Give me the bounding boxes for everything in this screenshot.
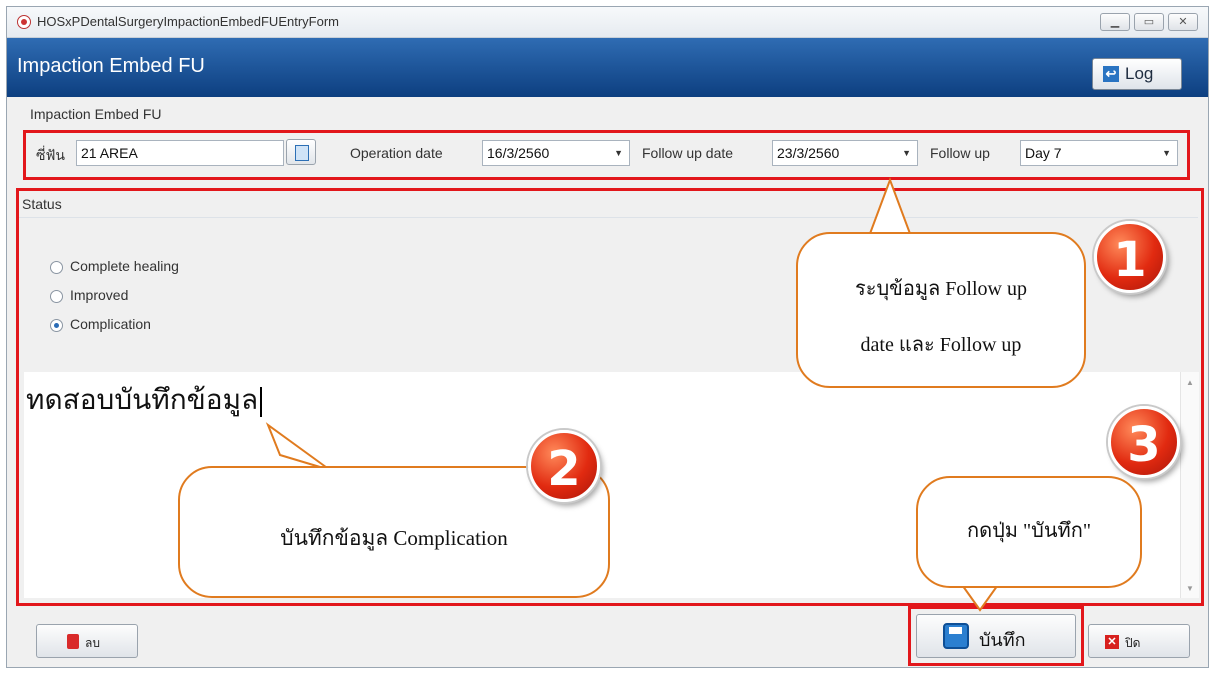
callout2-pointer [265, 422, 331, 471]
step-number-2: 2 [547, 441, 581, 497]
callout3-text: กดปุ่ม "บันทึก" [967, 520, 1091, 542]
callout-1: ระบุข้อมูล Follow up date และ Follow up [796, 232, 1086, 388]
step-badge-2: 2 [528, 430, 600, 502]
step-number-1: 1 [1113, 232, 1147, 288]
callout1-line2: date และ Follow up [860, 334, 1022, 356]
callout1-pointer [866, 177, 914, 240]
callout1-line1: ระบุข้อมูล Follow up [855, 278, 1027, 300]
step-badge-1: 1 [1094, 221, 1166, 293]
callout-3: กดปุ่ม "บันทึก" [916, 476, 1142, 588]
step-badge-3: 3 [1108, 406, 1180, 478]
step-number-3: 3 [1127, 417, 1161, 473]
callout2-text: บันทึกข้อมูล Complication [280, 526, 508, 550]
